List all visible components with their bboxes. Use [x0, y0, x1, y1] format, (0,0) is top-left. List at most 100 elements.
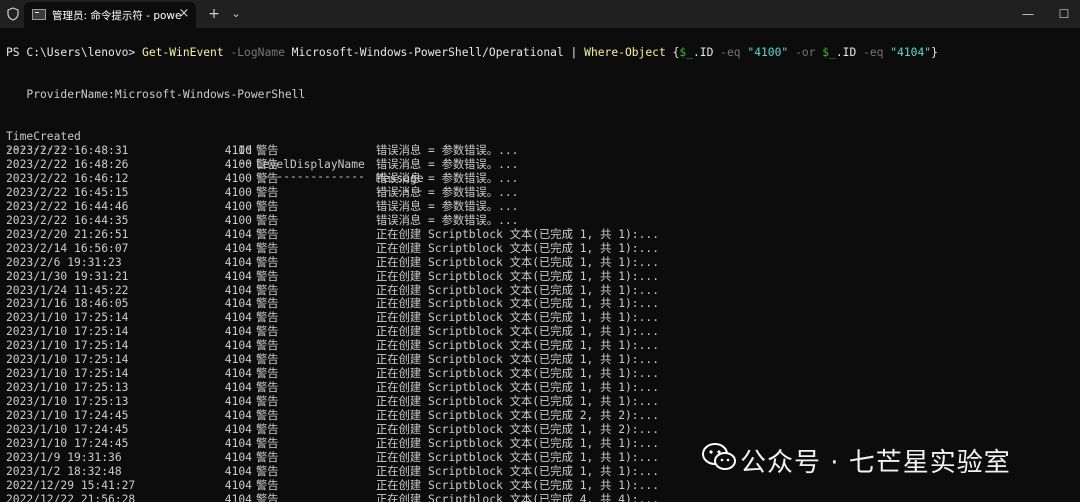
cell-id: 4104 [224, 325, 252, 339]
string-literal-2: "4104" [890, 46, 932, 59]
cell-message: 错误消息 = 参数错误。... [376, 213, 519, 227]
cell-time: 2023/2/22 16:48:26 [6, 157, 129, 171]
cell-level: 警告 [256, 409, 279, 423]
command-line: PS C:\Users\lenovo> Get-WinEvent -LogNam… [6, 46, 938, 60]
new-tab-button[interactable]: + [204, 4, 224, 24]
cell-message: 错误消息 = 参数错误。... [376, 199, 519, 213]
cell-time: 2023/1/10 17:24:45 [6, 423, 129, 436]
cell-message: 正在创建 Scriptblock 文本(已完成 1, 共 1):... [376, 241, 660, 255]
variable: $_ [679, 46, 693, 59]
cell-level: 警告 [256, 297, 279, 311]
cell-message: 正在创建 Scriptblock 文本(已完成 1, 共 1):... [376, 325, 660, 339]
cell-message: 错误消息 = 参数错误。... [376, 144, 519, 157]
cmdlet-name: Get-WinEvent [142, 46, 224, 59]
terminal-window: 管理员: 命令提示符 - powersh × + ⌄ — ☐ PS C:\Use… [0, 0, 1080, 502]
cell-level: 警告 [256, 478, 279, 492]
terminal-output[interactable]: PS C:\Users\lenovo> Get-WinEvent -LogNam… [6, 46, 1076, 502]
cell-message: 正在创建 Scriptblock 文本(已完成 1, 共 1):... [376, 227, 660, 241]
cell-id: 4104 [224, 241, 252, 255]
cell-message: 正在创建 Scriptblock 文本(已完成 1, 共 1):... [376, 283, 660, 297]
cell-message: 正在创建 Scriptblock 文本(已完成 4, 共 4):... [376, 492, 660, 502]
cell-id: 4100 [224, 185, 252, 199]
cell-time: 2023/2/22 16:44:46 [6, 199, 129, 213]
parameter-value: Microsoft-Windows-PowerShell/Operational [284, 46, 571, 59]
cell-time: 2023/2/14 16:56:07 [6, 241, 129, 255]
cell-level: 警告 [256, 199, 279, 213]
cell-message: 正在创建 Scriptblock 文本(已完成 1, 共 2):... [376, 423, 660, 436]
cell-level: 警告 [256, 144, 279, 157]
cell-time: 2022/12/22 21:56:28 [6, 492, 136, 502]
cell-level: 警告 [256, 325, 279, 339]
cell-time: 2023/1/9 19:31:36 [6, 450, 122, 464]
cell-level: 警告 [256, 436, 279, 450]
cell-level: 警告 [256, 381, 279, 395]
cell-id: 4104 [224, 227, 252, 241]
cell-level: 警告 [256, 185, 279, 199]
property-2: .ID [835, 46, 857, 59]
cell-level: 警告 [256, 450, 279, 464]
cell-time: 2023/1/10 17:25:13 [6, 395, 129, 409]
cell-level: 警告 [256, 269, 279, 283]
cell-time: 2023/1/16 18:46:05 [6, 297, 129, 311]
cell-id: 4104 [224, 353, 252, 367]
cell-level: 警告 [256, 213, 279, 227]
cell-time: 2023/2/22 16:46:12 [6, 171, 129, 185]
cell-level: 警告 [256, 395, 279, 409]
operator-2: -eq [856, 46, 891, 59]
cell-message: 正在创建 Scriptblock 文本(已完成 1, 共 1):... [376, 269, 660, 283]
cell-level: 警告 [256, 241, 279, 255]
cell-id: 4104 [224, 367, 252, 381]
cell-time: 2023/2/22 16:44:35 [6, 213, 129, 227]
cell-id: 4104 [224, 269, 252, 283]
cell-id: 4104 [224, 450, 252, 464]
close-icon[interactable]: × [176, 6, 192, 22]
cell-time: 2022/12/29 15:41:27 [6, 478, 136, 492]
watermark-text: 公众号 · 七芒星实验室 [740, 448, 1011, 478]
cell-level: 警告 [256, 423, 279, 436]
cell-message: 正在创建 Scriptblock 文本(已完成 1, 共 1):... [376, 381, 660, 395]
cell-time: 2023/1/10 17:25:14 [6, 353, 129, 367]
prompt: PS C:\Users\lenovo> [6, 46, 143, 59]
cell-message: 正在创建 Scriptblock 文本(已完成 1, 共 1):... [376, 353, 660, 367]
cell-id: 4104 [224, 478, 252, 492]
cell-id: 4104 [224, 255, 252, 269]
cell-level: 警告 [256, 255, 279, 269]
shield-icon [7, 7, 19, 21]
cell-id: 4100 [224, 199, 252, 213]
cell-id: 4104 [224, 297, 252, 311]
cell-id: 4100 [224, 157, 252, 171]
cell-level: 警告 [256, 353, 279, 367]
cell-id: 4104 [224, 283, 252, 297]
operator: -eq [713, 46, 748, 59]
cell-id: 4104 [224, 436, 252, 450]
cell-message: 正在创建 Scriptblock 文本(已完成 1, 共 1):... [376, 255, 660, 269]
cell-time: 2023/1/30 19:31:21 [6, 269, 129, 283]
chevron-down-icon[interactable]: ⌄ [226, 4, 246, 24]
cell-level: 警告 [256, 157, 279, 171]
cell-time: 2023/2/20 21:26:51 [6, 227, 129, 241]
wechat-icon [702, 443, 736, 470]
cell-time: 2023/2/22 16:45:15 [6, 185, 129, 199]
cell-time: 2023/2/6 19:31:23 [6, 255, 122, 269]
cell-message: 正在创建 Scriptblock 文本(已完成 1, 共 1):... [376, 450, 660, 464]
cell-time: 2023/1/10 17:25:14 [6, 311, 129, 325]
cell-id: 4104 [224, 464, 252, 478]
cell-id: 4104 [224, 492, 252, 502]
cell-message: 正在创建 Scriptblock 文本(已完成 1, 共 1):... [376, 395, 660, 409]
cell-id: 4104 [224, 381, 252, 395]
cell-message: 正在创建 Scriptblock 文本(已完成 1, 共 1):... [376, 464, 660, 478]
minimize-button[interactable]: — [1008, 0, 1048, 28]
cell-message: 正在创建 Scriptblock 文本(已完成 1, 共 1):... [376, 478, 660, 492]
maximize-button[interactable]: ☐ [1044, 0, 1080, 28]
cell-level: 警告 [256, 492, 279, 502]
tab-terminal[interactable]: 管理员: 命令提示符 - powersh × [24, 2, 196, 28]
string-literal: "4100" [747, 46, 789, 59]
cell-level: 警告 [256, 283, 279, 297]
cell-time: 2023/1/24 11:45:22 [6, 283, 129, 297]
parameter-name: -LogName [223, 46, 285, 59]
cell-time: 2023/1/10 17:25:13 [6, 381, 129, 395]
cell-time: 2023/1/2 18:32:48 [6, 464, 122, 478]
tab-title: 管理员: 命令提示符 - powersh [52, 10, 182, 22]
cell-time: 2023/1/10 17:25:14 [6, 339, 129, 353]
cell-message: 错误消息 = 参数错误。... [376, 185, 519, 199]
